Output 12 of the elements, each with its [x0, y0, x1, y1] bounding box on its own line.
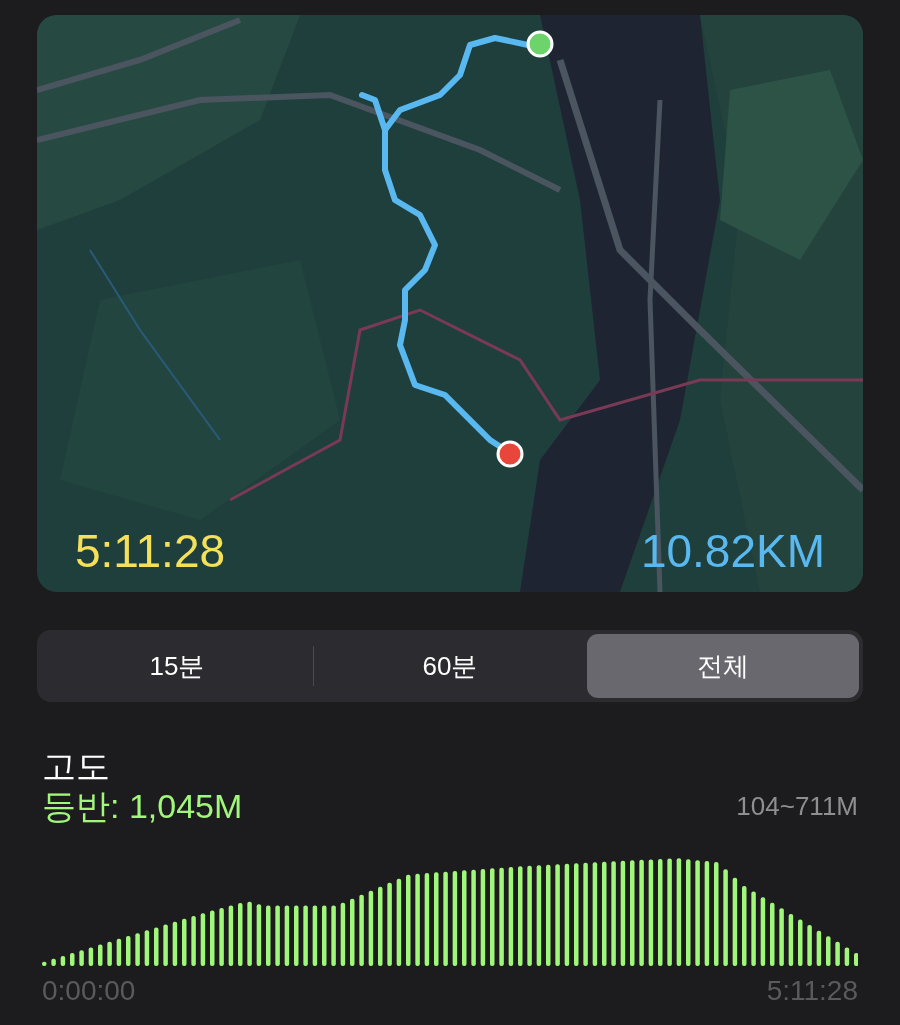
- distance: 10.82KM: [640, 528, 825, 574]
- section-title: 고도: [42, 746, 111, 786]
- segment-tab[interactable]: 15분: [41, 634, 313, 698]
- end-time: 5:11:28: [766, 974, 858, 1008]
- climb-total: 등반: 1,045M: [42, 786, 243, 826]
- elevation-range: 104~711M: [736, 790, 858, 823]
- start-time: 0:00:00: [42, 974, 136, 1008]
- segment-tab[interactable]: 전체: [587, 634, 859, 698]
- start-marker: [526, 30, 554, 58]
- segment-tab[interactable]: 60분: [314, 634, 586, 698]
- end-marker: [496, 440, 524, 468]
- duration: 5:11:28: [75, 528, 226, 574]
